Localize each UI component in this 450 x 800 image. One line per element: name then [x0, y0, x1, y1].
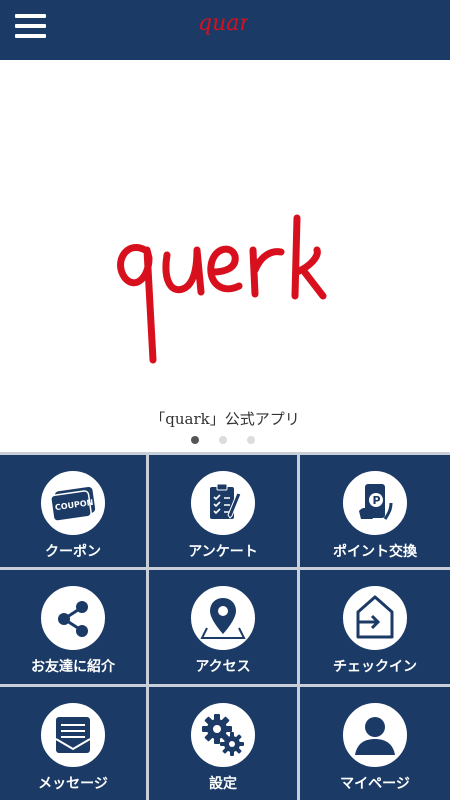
menu-tile-refer-friend[interactable]: お友達に紹介: [0, 570, 146, 684]
header-logo: quark: [198, 6, 263, 44]
hero-caption: 「quark」公式アプリ: [150, 410, 300, 428]
checkin-icon: [343, 586, 407, 650]
menu-tile-coupon[interactable]: COUPON クーポン: [0, 455, 146, 567]
carousel-dot-2[interactable]: [219, 436, 227, 444]
coupon-icon: COUPON: [41, 471, 105, 535]
menu-grid: COUPON クーポン アンケート P ポイント交換 お友達に紹介 アクセス チ…: [0, 452, 450, 800]
menu-tile-survey[interactable]: アンケート: [149, 455, 297, 567]
svg-text:quark: quark: [198, 11, 248, 36]
hero-carousel[interactable]: [0, 60, 450, 405]
menu-tile-message[interactable]: メッセージ: [0, 687, 146, 800]
app-header: quark: [0, 0, 450, 60]
survey-icon: [191, 471, 255, 535]
hamburger-menu-icon[interactable]: [15, 12, 47, 42]
menu-tile-checkin[interactable]: チェックイン: [300, 570, 450, 684]
menu-tile-access[interactable]: アクセス: [149, 570, 297, 684]
menu-tile-settings[interactable]: 設定: [149, 687, 297, 800]
menu-tile-point-exchange[interactable]: P ポイント交換: [300, 455, 450, 567]
svg-text:P: P: [373, 494, 381, 507]
point-exchange-icon: P: [343, 471, 407, 535]
share-icon: [41, 586, 105, 650]
user-icon: [343, 703, 407, 767]
carousel-dot-3[interactable]: [247, 436, 255, 444]
menu-tile-mypage[interactable]: マイページ: [300, 687, 450, 800]
map-pin-icon: [191, 586, 255, 650]
carousel-indicators: [0, 436, 450, 446]
hero-logo: [105, 210, 345, 374]
carousel-dot-1[interactable]: [191, 436, 199, 444]
gear-icon: [191, 703, 255, 767]
message-icon: [41, 703, 105, 767]
